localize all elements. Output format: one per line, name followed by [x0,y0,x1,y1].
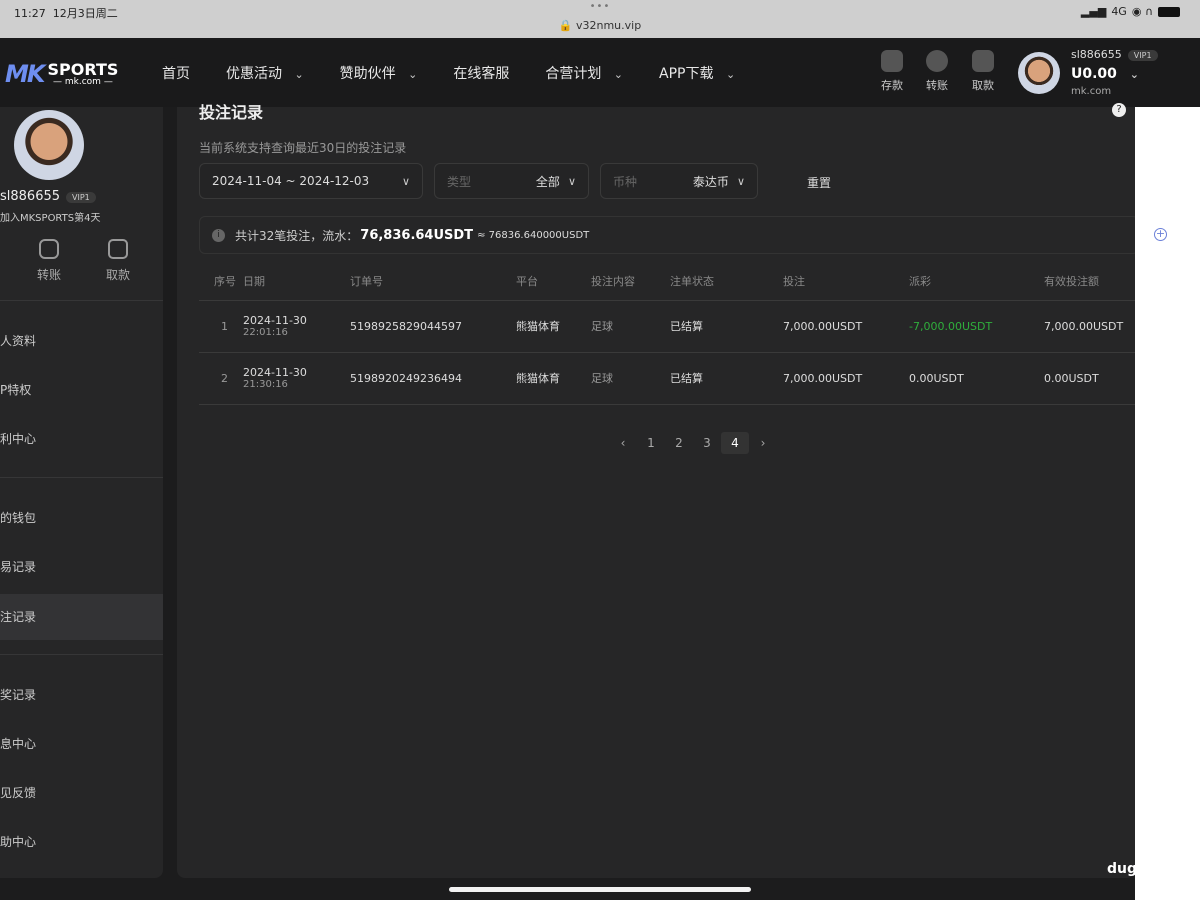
col-valid-bet: 有效投注额 [1044,262,1139,301]
sidebar-item-transactions[interactable]: 易记录 [0,544,163,590]
sidebar-item-wallet[interactable]: 的钱包 [0,495,163,541]
nav-home[interactable]: 首页 [162,63,190,83]
withdraw-button[interactable]: 取款 [963,50,1003,93]
headphones-icon: ◉ ∩ [1131,5,1153,18]
balance[interactable]: U0.00 ⌄ [1071,66,1139,82]
main-panel: 投注记录 当前系统支持查询最近30日的投注记录 2024-11-04 ~ 202… [177,103,1139,878]
summary-bar: i 共计32笔投注，流水： 76,836.64USDT ≈ 76836.640000U… [199,216,1139,254]
transfer-button[interactable]: 转账 [917,50,957,93]
info-icon: i [212,228,225,242]
sidebar-item-messages[interactable]: 息中心 [0,721,163,767]
sidebar-item-rewards[interactable]: 奖记录 [0,672,163,718]
col-order: 订单号 [350,262,516,301]
sidebar-item-feedback[interactable]: 见反馈 [0,770,163,816]
card-icon [108,239,128,259]
reset-button[interactable]: 重置 [807,174,831,191]
page-1[interactable]: 1 [637,432,665,454]
page-2[interactable]: 2 [665,432,693,454]
vip-badge: VIP1 [1127,50,1158,61]
table-row: 2 2024-11-30 21:30:16 5198920249236494 熊猫体… [199,352,1139,405]
prev-page-icon[interactable]: ‹ [609,432,637,454]
logo[interactable]: MK SPORTS — mk.com — [5,60,118,88]
currency-select[interactable]: 币种 泰达币 ∨ [600,163,758,199]
chevron-down-icon: ∨ [401,174,410,188]
col-status: 注单状态 [670,262,783,301]
page-title: 投注记录 [199,103,264,122]
hint-text: 当前系统支持查询最近30日的投注记录 [199,141,407,155]
transfer-icon [39,239,59,259]
table-row: 1 2024-11-30 22:01:16 5198925829044597 熊猫体… [199,300,1139,353]
nav-sponsors[interactable]: 赞助伙伴 ⌄ [340,63,418,83]
chevron-down-icon: ⌄ [613,68,624,81]
deposit-icon [881,50,903,72]
top-nav: MK SPORTS — mk.com — 首页 优惠活动 ⌄ 赞助伙伴 ⌄ 在线客服… [0,38,1200,107]
battery-icon [1158,6,1180,17]
plus-circle-icon[interactable]: + [1154,228,1167,241]
chevron-down-icon: ⌄ [294,68,304,81]
next-page-icon[interactable]: › [749,432,777,454]
address-bar[interactable]: 🔒 v32nmu.vip [0,19,1200,32]
side-overlay-panel [1135,107,1200,900]
avatar[interactable] [1018,52,1060,94]
domain-label: mk.com [1071,86,1112,97]
sidebar-item-benefits[interactable]: 利中心 [0,416,163,462]
transfer-icon [926,50,948,72]
username: sl886655 VIP1 [1071,48,1158,61]
bet-records-table: 序号 日期 订单号 平台 投注内容 注单状态 投注 派彩 有效投注额 1 202… [199,262,1139,405]
chevron-down-icon: ∨ [736,174,745,188]
tab-dots-icon[interactable]: ••• [0,1,1200,12]
col-payout: 派彩 [909,262,1044,301]
sidebar: sl886655 VIP1 加入MKSPORTS第4天 转账 取款 人资料 P特权… [0,107,163,878]
home-indicator[interactable] [449,887,751,892]
sidebar-item-help[interactable]: 助中心 [0,819,163,865]
nav-app-download[interactable]: APP下载 ⌄ [659,63,735,83]
col-content: 投注内容 [591,262,670,301]
nav-support[interactable]: 在线客服 [453,63,509,83]
chevron-down-icon: ⌄ [1129,68,1140,81]
status-icons: ▂▄▆ 4G ◉ ∩ [1081,5,1180,18]
page-4[interactable]: 4 [721,432,749,454]
sidebar-item-vip[interactable]: P特权 [0,367,163,413]
vip-badge: VIP1 [66,192,96,203]
join-days: 加入MKSPORTS第4天 [0,213,101,224]
pagination: ‹ 1 2 3 4 › [609,432,777,454]
col-platform: 平台 [516,262,591,301]
chevron-down-icon: ⌄ [725,68,736,81]
sidebar-username: sl886655 VIP1 [0,189,96,204]
status-bar: 11:27 12月3日周二 ••• 🔒 v32nmu.vip ▂▄▆ 4G ◉ ∩ [0,0,1200,38]
col-no: 序号 [199,262,243,301]
sidebar-item-bet-records[interactable]: 注记录 [0,594,163,640]
nav-promotions[interactable]: 优惠活动 ⌄ [226,63,304,83]
help-icon[interactable]: ? [1112,103,1126,117]
sidebar-withdraw[interactable]: 取款 [98,239,138,283]
sidebar-item-profile[interactable]: 人资料 [0,318,163,364]
col-date: 日期 [243,262,350,301]
chevron-down-icon: ⌄ [408,68,418,81]
nav-affiliate[interactable]: 合营计划 ⌄ [545,63,623,83]
type-select[interactable]: 类型 全部 ∨ [434,163,589,199]
deposit-button[interactable]: 存款 [872,50,912,93]
col-bet: 投注 [783,262,909,301]
chevron-down-icon: ∨ [567,174,576,188]
date-range-picker[interactable]: 2024-11-04 ~ 2024-12-03 ∨ [199,163,423,199]
signal-icon: ▂▄▆ [1080,5,1107,18]
watermark: dug [1107,861,1137,877]
sidebar-transfer[interactable]: 转账 [29,239,69,283]
withdraw-icon [972,50,994,72]
sidebar-avatar [14,110,84,180]
page-3[interactable]: 3 [693,432,721,454]
